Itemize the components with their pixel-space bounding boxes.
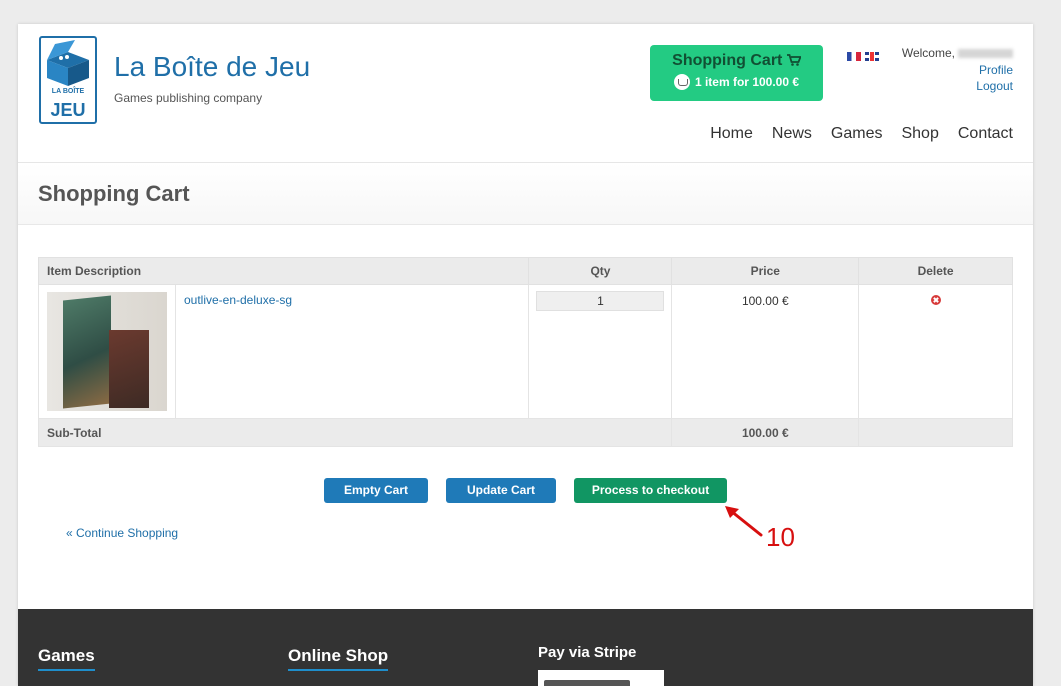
stripe-widget[interactable] — [538, 670, 664, 686]
username-redacted — [958, 49, 1013, 59]
delete-circle-icon[interactable] — [930, 295, 941, 305]
annotation-arrow-icon — [725, 506, 763, 537]
brand-logo[interactable]: LA BOÎTE JEU — [39, 36, 97, 124]
empty-cart-button[interactable]: Empty Cart — [324, 478, 428, 503]
footer-games-heading: Games — [38, 646, 95, 671]
header-item-description: Item Description — [37, 257, 530, 285]
header-price: Price — [671, 257, 860, 285]
checkout-button[interactable]: Process to checkout — [574, 478, 727, 503]
cart-summary-text: 1 item for 100.00 € — [694, 75, 800, 89]
product-name-cell: outlive-en-deluxe-sg — [174, 284, 530, 419]
footer: Games Online Shop Pay via Stripe — [18, 609, 1033, 686]
brand-title[interactable]: La Boîte de Jeu — [114, 51, 310, 83]
cart-summary: 1 item for 100.00 € — [673, 74, 800, 90]
nav-games[interactable]: Games — [831, 125, 883, 143]
product-image-cell — [38, 284, 176, 419]
profile-link[interactable]: Profile — [976, 62, 1013, 78]
welcome-label: Welcome, — [901, 46, 955, 60]
subtotal-label: Sub-Total — [37, 418, 673, 447]
basket-icon — [673, 74, 690, 90]
qty-input[interactable]: 1 — [536, 291, 665, 311]
delete-cell — [858, 284, 1013, 419]
header-qty: Qty — [528, 257, 673, 285]
product-image[interactable] — [47, 292, 167, 411]
subtotal-empty-cell — [858, 418, 1013, 447]
nav-shop[interactable]: Shop — [901, 125, 938, 143]
table-row: outlive-en-deluxe-sg 1 100.00 € — [38, 284, 1013, 419]
language-switcher — [847, 52, 879, 61]
welcome-text: Welcome, — [902, 46, 1013, 60]
shopping-cart-icon — [786, 54, 802, 66]
annotation-number: 10 — [766, 522, 795, 552]
main-nav: Home News Games Shop Contact — [710, 125, 1013, 143]
shopping-cart-button[interactable]: Shopping Cart 1 item for 100.00 € — [650, 45, 823, 101]
page-title-bar: Shopping Cart — [18, 163, 1033, 225]
page-container: LA BOÎTE JEU La Boîte de Jeu Games publi… — [18, 24, 1033, 686]
product-link[interactable]: outlive-en-deluxe-sg — [184, 293, 528, 307]
brand-subtitle: Games publishing company — [114, 91, 263, 105]
product-box-front — [63, 295, 111, 409]
header-delete: Delete — [858, 257, 1013, 285]
nav-news[interactable]: News — [772, 125, 812, 143]
footer-stripe-heading: Pay via Stripe — [538, 644, 637, 661]
price-cell: 100.00 € — [671, 284, 860, 419]
cart-label-text: Shopping Cart — [672, 52, 783, 69]
logout-link[interactable]: Logout — [976, 78, 1013, 94]
continue-shopping-link[interactable]: « Continue Shopping — [66, 526, 178, 540]
footer-shop-heading: Online Shop — [288, 646, 389, 671]
table-header-row: Item Description Qty Price Delete — [37, 257, 1013, 285]
cart-table: Item Description Qty Price Delete outliv… — [37, 257, 1013, 447]
qty-cell: 1 — [528, 284, 673, 419]
product-box-side — [109, 330, 149, 408]
svg-text:LA BOÎTE: LA BOÎTE — [52, 86, 85, 95]
logo-box-icon: LA BOÎTE JEU — [47, 40, 89, 120]
subtotal-row: Sub-Total 100.00 € — [37, 418, 1013, 447]
nav-contact[interactable]: Contact — [958, 125, 1013, 143]
svg-text:JEU: JEU — [50, 100, 85, 120]
user-links: Profile Logout — [976, 62, 1013, 94]
french-flag-icon[interactable] — [847, 52, 861, 61]
subtotal-value: 100.00 € — [671, 418, 860, 447]
nav-home[interactable]: Home — [710, 125, 753, 143]
page-title: Shopping Cart — [38, 181, 190, 206]
cart-button-label: Shopping Cart — [650, 52, 823, 70]
english-flag-icon[interactable] — [865, 52, 879, 61]
item-price: 100.00 € — [741, 294, 789, 308]
update-cart-button[interactable]: Update Cart — [446, 478, 556, 503]
